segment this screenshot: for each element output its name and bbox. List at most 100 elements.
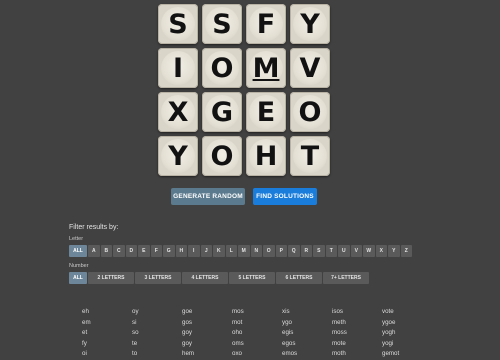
result-word[interactable]: gos [182, 318, 232, 329]
letter-filter-c[interactable]: C [113, 245, 125, 257]
number-filter-6-letters[interactable]: 6 LETTERS [276, 272, 322, 284]
result-word[interactable]: oms [232, 339, 282, 350]
letter-filter-v[interactable]: V [350, 245, 362, 257]
result-word[interactable]: so [132, 328, 182, 339]
letter-tile[interactable]: S [158, 4, 198, 44]
result-word[interactable]: oi [82, 349, 132, 360]
letter-tile[interactable]: O [202, 48, 242, 88]
result-word[interactable]: moss [332, 328, 382, 339]
letter-tile[interactable]: E [246, 92, 286, 132]
number-filter-all[interactable]: ALL [69, 272, 87, 284]
letter-tile[interactable]: O [202, 136, 242, 176]
letter-tile[interactable]: T [290, 136, 330, 176]
result-word[interactable]: to [132, 349, 182, 360]
letter-filter-row: ALL A B C D E F G H I J K L M N O P Q R S T U V W X Y Z [69, 245, 412, 257]
tile-letter: V [299, 52, 321, 84]
letter-filter-d[interactable]: D [125, 245, 137, 257]
letter-filter-s[interactable]: S [313, 245, 325, 257]
result-word[interactable]: oho [232, 328, 282, 339]
result-word[interactable]: te [132, 339, 182, 350]
result-word[interactable]: goy [182, 328, 232, 339]
result-word[interactable]: moth [332, 349, 382, 360]
result-word[interactable]: si [132, 318, 182, 329]
result-word[interactable]: et [82, 328, 132, 339]
letter-filter-z[interactable]: Z [400, 245, 412, 257]
letter-filter-a[interactable]: A [88, 245, 100, 257]
generate-random-button[interactable]: GENERATE RANDOM [171, 188, 245, 205]
result-word[interactable]: emos [282, 349, 332, 360]
result-word[interactable]: ygoe [382, 318, 432, 329]
letter-filter-g[interactable]: G [163, 245, 175, 257]
letter-filter-o[interactable]: O [263, 245, 275, 257]
letter-filter-all[interactable]: ALL [69, 245, 87, 257]
number-filter-2-letters[interactable]: 2 LETTERS [88, 272, 134, 284]
result-word[interactable]: mot [232, 318, 282, 329]
letter-tile[interactable]: I [158, 48, 198, 88]
letter-filter-y[interactable]: Y [388, 245, 400, 257]
letter-filter-label: Letter [69, 236, 84, 242]
letter-tile[interactable]: Y [290, 4, 330, 44]
result-word[interactable]: gemot [382, 349, 432, 360]
letter-tile[interactable]: O [290, 92, 330, 132]
number-filter-label: Number [69, 263, 89, 269]
results-column: vote ygoe yogh yogi gemot [382, 307, 432, 360]
results-column: eh em et fy oi [82, 307, 132, 360]
result-word[interactable]: mote [332, 339, 382, 350]
number-filter-7-letters[interactable]: 7+ LETTERS [323, 272, 369, 284]
letter-filter-q[interactable]: Q [288, 245, 300, 257]
letter-filter-t[interactable]: T [325, 245, 337, 257]
result-word[interactable]: fy [82, 339, 132, 350]
tile-letter: X [167, 96, 189, 128]
letter-filter-l[interactable]: L [225, 245, 237, 257]
letter-filter-f[interactable]: F [150, 245, 162, 257]
letter-tile[interactable]: H [246, 136, 286, 176]
tile-letter: S [212, 8, 232, 40]
letter-tile[interactable]: Y [158, 136, 198, 176]
result-word[interactable]: goe [182, 307, 232, 318]
letter-filter-x[interactable]: X [375, 245, 387, 257]
result-word[interactable]: em [82, 318, 132, 329]
result-word[interactable]: oy [132, 307, 182, 318]
letter-filter-r[interactable]: R [300, 245, 312, 257]
result-word[interactable]: ygo [282, 318, 332, 329]
tile-letter: O [210, 140, 234, 172]
result-word[interactable]: oxo [232, 349, 282, 360]
results-list: eh em et fy oi oy si so te to goe gos goy goy hem mos mo… [82, 307, 432, 360]
result-word[interactable]: xis [282, 307, 332, 318]
result-word[interactable]: egos [282, 339, 332, 350]
letter-tile[interactable]: G [202, 92, 242, 132]
result-word[interactable]: meth [332, 318, 382, 329]
result-word[interactable]: yogi [382, 339, 432, 350]
letter-filter-e[interactable]: E [138, 245, 150, 257]
letter-tile[interactable]: M [246, 48, 286, 88]
letter-filter-i[interactable]: I [188, 245, 200, 257]
result-word[interactable]: mos [232, 307, 282, 318]
letter-filter-k[interactable]: K [213, 245, 225, 257]
letter-filter-m[interactable]: M [238, 245, 250, 257]
tile-letter: O [210, 52, 234, 84]
letter-filter-p[interactable]: P [275, 245, 287, 257]
number-filter-5-letters[interactable]: 5 LETTERS [229, 272, 275, 284]
letter-tile[interactable]: V [290, 48, 330, 88]
number-filter-4-letters[interactable]: 4 LETTERS [182, 272, 228, 284]
results-column: mos mot oho oms oxo [232, 307, 282, 360]
result-word[interactable]: hem [182, 349, 232, 360]
letter-filter-n[interactable]: N [250, 245, 262, 257]
find-solutions-button[interactable]: FIND SOLUTIONS [253, 188, 317, 205]
result-word[interactable]: egis [282, 328, 332, 339]
letter-tile[interactable]: X [158, 92, 198, 132]
letter-filter-u[interactable]: U [338, 245, 350, 257]
letter-tile[interactable]: S [202, 4, 242, 44]
result-word[interactable]: eh [82, 307, 132, 318]
letter-filter-h[interactable]: H [175, 245, 187, 257]
result-word[interactable]: vote [382, 307, 432, 318]
letter-filter-j[interactable]: J [200, 245, 212, 257]
letter-filter-w[interactable]: W [363, 245, 375, 257]
letter-tile[interactable]: F [246, 4, 286, 44]
tile-letter: Y [300, 8, 320, 40]
result-word[interactable]: goy [182, 339, 232, 350]
number-filter-3-letters[interactable]: 3 LETTERS [135, 272, 181, 284]
result-word[interactable]: isos [332, 307, 382, 318]
result-word[interactable]: yogh [382, 328, 432, 339]
letter-filter-b[interactable]: B [100, 245, 112, 257]
